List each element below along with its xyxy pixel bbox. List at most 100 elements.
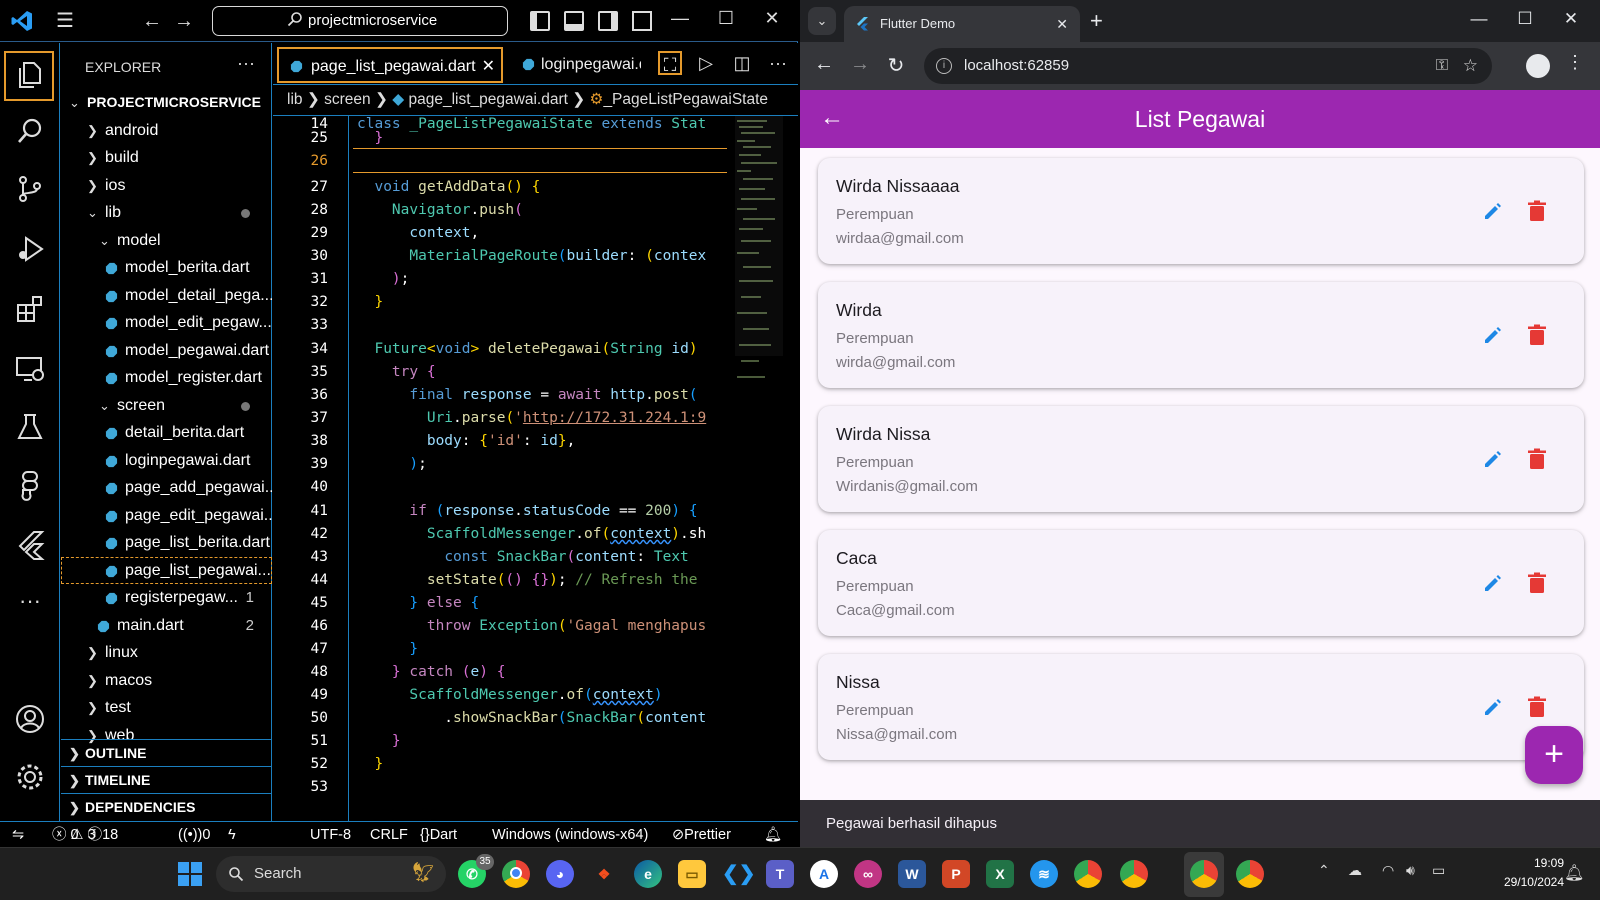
delete-trash-icon[interactable] bbox=[1528, 324, 1546, 346]
edit-pencil-icon[interactable] bbox=[1482, 324, 1504, 346]
source-control-icon[interactable] bbox=[14, 173, 46, 205]
tree-folder[interactable]: ❯ test bbox=[61, 694, 272, 722]
chrome-icon[interactable] bbox=[502, 860, 530, 888]
back-arrow-icon[interactable]: ← bbox=[142, 10, 164, 32]
close-tab-icon[interactable]: ✕ bbox=[482, 49, 495, 81]
edit-pencil-icon[interactable] bbox=[1482, 200, 1504, 222]
chrome-profile-3-icon[interactable] bbox=[1120, 860, 1148, 888]
tree-file[interactable]: registerpegaw... 1 bbox=[61, 584, 272, 612]
dependencies-section[interactable]: ❯ DEPENDENCIES bbox=[61, 793, 272, 820]
close-tab-icon[interactable]: ✕ bbox=[1056, 6, 1068, 42]
tree-folder[interactable]: ❯ linux bbox=[61, 639, 272, 667]
battery-icon[interactable]: ▭ bbox=[1432, 862, 1445, 879]
windows-start-icon[interactable] bbox=[178, 862, 202, 886]
edit-pencil-icon[interactable] bbox=[1482, 696, 1504, 718]
vscode-app-icon[interactable]: ❮❯ bbox=[722, 860, 756, 888]
tree-folder[interactable]: ⌄ PROJECTMICROSERVICE bbox=[61, 89, 272, 117]
menu-icon[interactable]: ☰ bbox=[56, 11, 80, 31]
code-area[interactable]: 14 25 26 27 28 29 30 31 32 33 34 35 36 37 38 39 40 41 42 43… bbox=[273, 115, 798, 821]
edit-pencil-icon[interactable] bbox=[1482, 572, 1504, 594]
wifi-icon[interactable]: ◠ bbox=[1382, 862, 1394, 879]
extensions-icon[interactable] bbox=[14, 293, 46, 325]
tree-file[interactable]: page_edit_pegawai... bbox=[61, 502, 272, 530]
weather-cloud-icon[interactable]: ☁ bbox=[1348, 862, 1362, 879]
timeline-section[interactable]: ❯ TIMELINE bbox=[61, 766, 272, 793]
delete-trash-icon[interactable] bbox=[1528, 572, 1546, 594]
notification-center-icon[interactable]: 🔔︎ bbox=[1564, 863, 1584, 883]
language-indicator[interactable]: {} Dart bbox=[420, 822, 457, 848]
tab-loginpegawai[interactable]: loginpegawai.d bbox=[511, 47, 641, 83]
tree-folder[interactable]: ⌄ screen bbox=[61, 392, 272, 420]
new-tab-icon[interactable]: + bbox=[1090, 8, 1103, 34]
figma-app-icon[interactable]: ❖ bbox=[590, 860, 618, 888]
outline-section[interactable]: ❯ OUTLINE bbox=[61, 739, 272, 766]
reload-icon[interactable]: ↻ bbox=[884, 53, 908, 78]
search-view-icon[interactable] bbox=[14, 115, 46, 147]
eol-indicator[interactable]: CRLF bbox=[370, 822, 408, 848]
employee-card[interactable]: Wirda Perempuan wirda@gmail.com bbox=[818, 282, 1584, 388]
taskbar-search[interactable]: Search 🦅︎ bbox=[216, 856, 446, 892]
flutter-inspector-icon[interactable]: ⛶ bbox=[658, 51, 682, 75]
tab-search-dropdown-icon[interactable]: ⌄ bbox=[808, 7, 836, 35]
chrome-menu-icon[interactable]: ⋮ bbox=[1566, 52, 1584, 73]
run-debug-icon[interactable] bbox=[14, 233, 46, 265]
forward-arrow-icon[interactable]: → bbox=[174, 10, 196, 32]
more-actions-icon[interactable]: ··· bbox=[237, 53, 255, 74]
close-icon[interactable]: ✕ bbox=[760, 8, 784, 29]
profile-avatar-icon[interactable] bbox=[1526, 54, 1550, 78]
tree-file[interactable]: page_list_pegawai.... bbox=[61, 556, 272, 584]
word-icon[interactable]: W bbox=[898, 860, 926, 888]
excel-icon[interactable]: X bbox=[986, 860, 1014, 888]
add-employee-button[interactable]: + bbox=[1525, 726, 1583, 784]
employee-card[interactable]: Wirda Nissaaaa Perempuan wirdaa@gmail.co… bbox=[818, 158, 1584, 264]
volume-icon[interactable]: 🔊︎ bbox=[1406, 862, 1415, 879]
password-key-icon[interactable]: ⚿ bbox=[1436, 48, 1448, 84]
edge-icon[interactable]: e bbox=[634, 860, 662, 888]
more-actions-icon[interactable]: ··· bbox=[766, 51, 790, 75]
prettier-indicator[interactable]: ⊘ Prettier bbox=[672, 822, 731, 848]
tree-folder[interactable]: ❯ build bbox=[61, 144, 272, 172]
toggle-sidebar-icon[interactable] bbox=[530, 11, 550, 31]
forward-arrow-icon[interactable]: → bbox=[848, 53, 872, 76]
maximize-icon[interactable]: ☐ bbox=[714, 8, 738, 29]
teams-icon[interactable]: T bbox=[766, 860, 794, 888]
accounts-icon[interactable] bbox=[14, 703, 46, 735]
platform-indicator[interactable]: Windows (windows-x64) bbox=[492, 822, 648, 848]
tree-file[interactable]: model_edit_pegaw... bbox=[61, 309, 272, 337]
show-hidden-icons-chevron-icon[interactable]: ⌃ bbox=[1318, 862, 1330, 879]
delete-trash-icon[interactable] bbox=[1528, 200, 1546, 222]
back-arrow-icon[interactable]: ← bbox=[812, 53, 836, 76]
tree-folder[interactable]: ❯ macos bbox=[61, 667, 272, 695]
tree-folder[interactable]: ❯ android bbox=[61, 117, 272, 145]
more-views-icon[interactable]: ··· bbox=[14, 587, 46, 619]
command-center-search[interactable]: projectmicroservice bbox=[212, 6, 508, 36]
encoding-indicator[interactable]: UTF-8 bbox=[310, 822, 351, 848]
infinity-app-icon[interactable]: ∞ bbox=[854, 860, 882, 888]
flutter-icon[interactable] bbox=[14, 529, 46, 561]
remote-explorer-icon[interactable] bbox=[14, 353, 46, 385]
split-editor-icon[interactable]: ◫ bbox=[730, 51, 754, 75]
close-window-icon[interactable]: ✕ bbox=[1560, 9, 1582, 29]
chrome-profile-4-icon[interactable] bbox=[1236, 860, 1264, 888]
minimize-icon[interactable]: — bbox=[668, 8, 692, 29]
employee-card[interactable]: Caca Perempuan Caca@gmail.com bbox=[818, 530, 1584, 636]
maximize-icon[interactable]: ☐ bbox=[1514, 9, 1536, 29]
toggle-panel-icon[interactable] bbox=[564, 11, 584, 31]
browser-tab-flutter-demo[interactable]: Flutter Demo ✕ bbox=[844, 6, 1080, 42]
lightning-icon[interactable]: ϟ bbox=[228, 822, 236, 848]
employee-card[interactable]: Wirda Nissa Perempuan Wirdanis@gmail.com bbox=[818, 406, 1584, 512]
whatsapp-icon[interactable]: ✆ 35 bbox=[458, 854, 494, 888]
toggle-secondary-sidebar-icon[interactable] bbox=[598, 11, 618, 31]
tree-folder[interactable]: ⌄ model bbox=[61, 227, 272, 255]
app-store-icon[interactable]: A bbox=[810, 860, 838, 888]
run-icon[interactable]: ▷ bbox=[694, 51, 718, 75]
problems-indicator[interactable]: ⓧ 0 ⚠ 3 ⓘ 18 bbox=[52, 822, 118, 848]
testing-icon[interactable] bbox=[14, 411, 46, 443]
tree-file[interactable]: model_register.dart bbox=[61, 364, 272, 392]
tree-file[interactable]: loginpegawai.dart bbox=[61, 447, 272, 475]
docker-icon[interactable]: ≋ bbox=[1030, 860, 1058, 888]
file-explorer-icon[interactable]: ▭ bbox=[678, 860, 706, 888]
settings-gear-icon[interactable] bbox=[14, 761, 46, 793]
breadcrumb-item[interactable]: screen bbox=[324, 91, 371, 108]
breadcrumb-item[interactable]: lib bbox=[287, 91, 303, 108]
